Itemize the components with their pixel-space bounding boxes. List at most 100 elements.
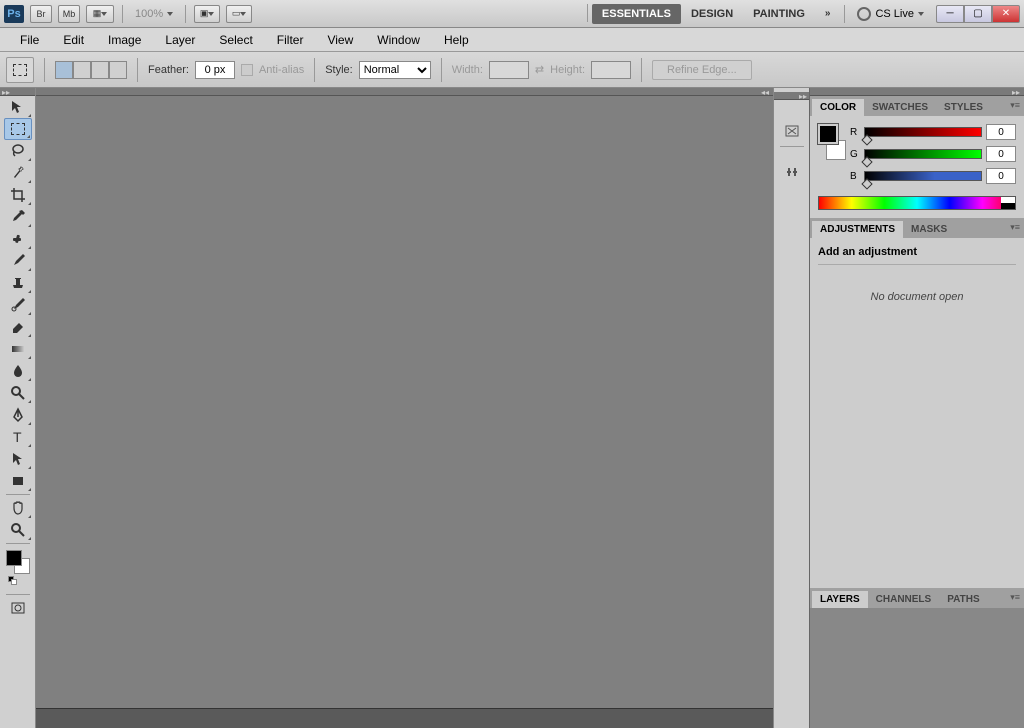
healing-brush-tool[interactable] xyxy=(4,228,32,250)
close-button[interactable]: ✕ xyxy=(992,5,1020,23)
svg-text:T: T xyxy=(13,429,22,445)
menu-filter[interactable]: Filter xyxy=(265,29,316,51)
layers-body xyxy=(810,608,1024,728)
adjustments-title: Add an adjustment xyxy=(818,246,1016,258)
pen-tool[interactable] xyxy=(4,404,32,426)
width-input xyxy=(489,61,529,79)
tab-color[interactable]: COLOR xyxy=(812,99,864,116)
menu-image[interactable]: Image xyxy=(96,29,153,51)
status-bar xyxy=(36,708,773,728)
tab-masks[interactable]: MASKS xyxy=(903,221,955,238)
g-input[interactable] xyxy=(986,146,1016,162)
panel-menu-icon[interactable]: ▾≡ xyxy=(1010,592,1020,603)
selection-mode-group xyxy=(55,61,127,79)
minimize-button[interactable]: ─ xyxy=(936,5,964,23)
fg-color-swatch[interactable] xyxy=(818,124,838,144)
magic-wand-tool[interactable] xyxy=(4,162,32,184)
style-select[interactable]: Normal xyxy=(359,61,431,79)
menu-view[interactable]: View xyxy=(315,29,365,51)
marquee-icon xyxy=(11,123,25,135)
zoom-tool[interactable] xyxy=(4,519,32,541)
color-swatches[interactable] xyxy=(6,550,30,574)
b-label: B xyxy=(850,171,860,182)
tab-layers[interactable]: LAYERS xyxy=(812,591,868,608)
workspace-more-icon[interactable]: » xyxy=(815,4,839,24)
app-bar: Ps Br Mb ▦ 100% ▣ ▭ ESSENTIALS DESIGN PA… xyxy=(0,0,1024,28)
menu-layer[interactable]: Layer xyxy=(153,29,207,51)
workspace-design[interactable]: DESIGN xyxy=(681,4,743,24)
marquee-icon xyxy=(13,64,27,76)
marquee-tool[interactable] xyxy=(4,118,32,140)
active-tool-chip[interactable] xyxy=(6,57,34,83)
feather-input[interactable] xyxy=(195,61,235,79)
rectangle-tool[interactable] xyxy=(4,470,32,492)
workspace-essentials[interactable]: ESSENTIALS xyxy=(592,4,681,24)
tab-paths[interactable]: PATHS xyxy=(939,591,987,608)
workspace-painting[interactable]: PAINTING xyxy=(743,4,815,24)
panel-menu-icon[interactable]: ▾≡ xyxy=(1010,100,1020,111)
tab-swatches[interactable]: SWATCHES xyxy=(864,99,936,116)
quick-mask-button[interactable] xyxy=(4,597,32,619)
type-tool[interactable]: T xyxy=(4,426,32,448)
crop-tool[interactable] xyxy=(4,184,32,206)
b-input[interactable] xyxy=(986,168,1016,184)
canvas-area xyxy=(36,96,773,708)
window-controls: ─ ▢ ✕ xyxy=(936,5,1020,23)
selection-intersect-button[interactable] xyxy=(109,61,127,79)
arrange-documents-button[interactable]: ▦ xyxy=(86,5,114,23)
selection-subtract-button[interactable] xyxy=(91,61,109,79)
foreground-swatch[interactable] xyxy=(6,550,22,566)
eyedropper-tool[interactable] xyxy=(4,206,32,228)
r-label: R xyxy=(850,127,860,138)
move-tool[interactable] xyxy=(4,96,32,118)
brush-tool[interactable] xyxy=(4,250,32,272)
zoom-display[interactable]: 100% xyxy=(131,8,177,20)
tab-styles[interactable]: STYLES xyxy=(936,99,991,116)
eraser-tool[interactable] xyxy=(4,316,32,338)
dodge-tool[interactable] xyxy=(4,382,32,404)
screen-mode-button[interactable]: ▣ xyxy=(194,5,220,23)
selection-new-button[interactable] xyxy=(55,61,73,79)
menu-file[interactable]: File xyxy=(8,29,51,51)
bridge-button[interactable]: Br xyxy=(30,5,52,23)
blur-tool[interactable] xyxy=(4,360,32,382)
collapse-arrows-icon[interactable]: ◂◂ xyxy=(761,88,769,97)
path-selection-tool[interactable] xyxy=(4,448,32,470)
color-swatch-box[interactable] xyxy=(818,124,846,160)
view-extras-button[interactable]: ▭ xyxy=(226,5,252,23)
collapsed-panel-dock: ▸▸ xyxy=(773,88,809,728)
adjustments-panel: ADJUSTMENTS MASKS ▾≡ Add an adjustment N… xyxy=(810,218,1024,588)
tab-adjustments[interactable]: ADJUSTMENTS xyxy=(812,221,903,238)
color-spectrum[interactable] xyxy=(818,196,1016,210)
maximize-button[interactable]: ▢ xyxy=(964,5,992,23)
expand-arrows-icon[interactable]: ▸▸ xyxy=(799,92,807,101)
options-bar: Feather: Anti-alias Style: Normal Width:… xyxy=(0,52,1024,88)
menu-help[interactable]: Help xyxy=(432,29,481,51)
color-panel: COLOR SWATCHES STYLES ▾≡ R G B xyxy=(810,96,1024,218)
default-colors-icon[interactable] xyxy=(8,576,16,584)
menu-window[interactable]: Window xyxy=(365,29,432,51)
cs-live-button[interactable]: CS Live xyxy=(851,7,930,21)
gradient-tool[interactable] xyxy=(4,338,32,360)
history-brush-tool[interactable] xyxy=(4,294,32,316)
tab-channels[interactable]: CHANNELS xyxy=(868,591,940,608)
menu-bar: File Edit Image Layer Select Filter View… xyxy=(0,28,1024,52)
separator xyxy=(185,5,186,23)
selection-add-button[interactable] xyxy=(73,61,91,79)
properties-panel-icon[interactable] xyxy=(780,161,804,183)
minibridge-button[interactable]: Mb xyxy=(58,5,80,23)
clone-stamp-tool[interactable] xyxy=(4,272,32,294)
r-input[interactable] xyxy=(986,124,1016,140)
hand-tool[interactable] xyxy=(4,497,32,519)
history-panel-icon[interactable] xyxy=(780,120,804,142)
menu-select[interactable]: Select xyxy=(207,29,264,51)
separator xyxy=(122,5,123,23)
menu-edit[interactable]: Edit xyxy=(51,29,96,51)
panel-menu-icon[interactable]: ▾≡ xyxy=(1010,222,1020,233)
g-slider[interactable] xyxy=(864,149,982,159)
r-slider[interactable] xyxy=(864,127,982,137)
b-slider[interactable] xyxy=(864,171,982,181)
lasso-tool[interactable] xyxy=(4,140,32,162)
antialias-label: Anti-alias xyxy=(259,64,304,76)
swap-icon: ⇄ xyxy=(535,63,544,76)
